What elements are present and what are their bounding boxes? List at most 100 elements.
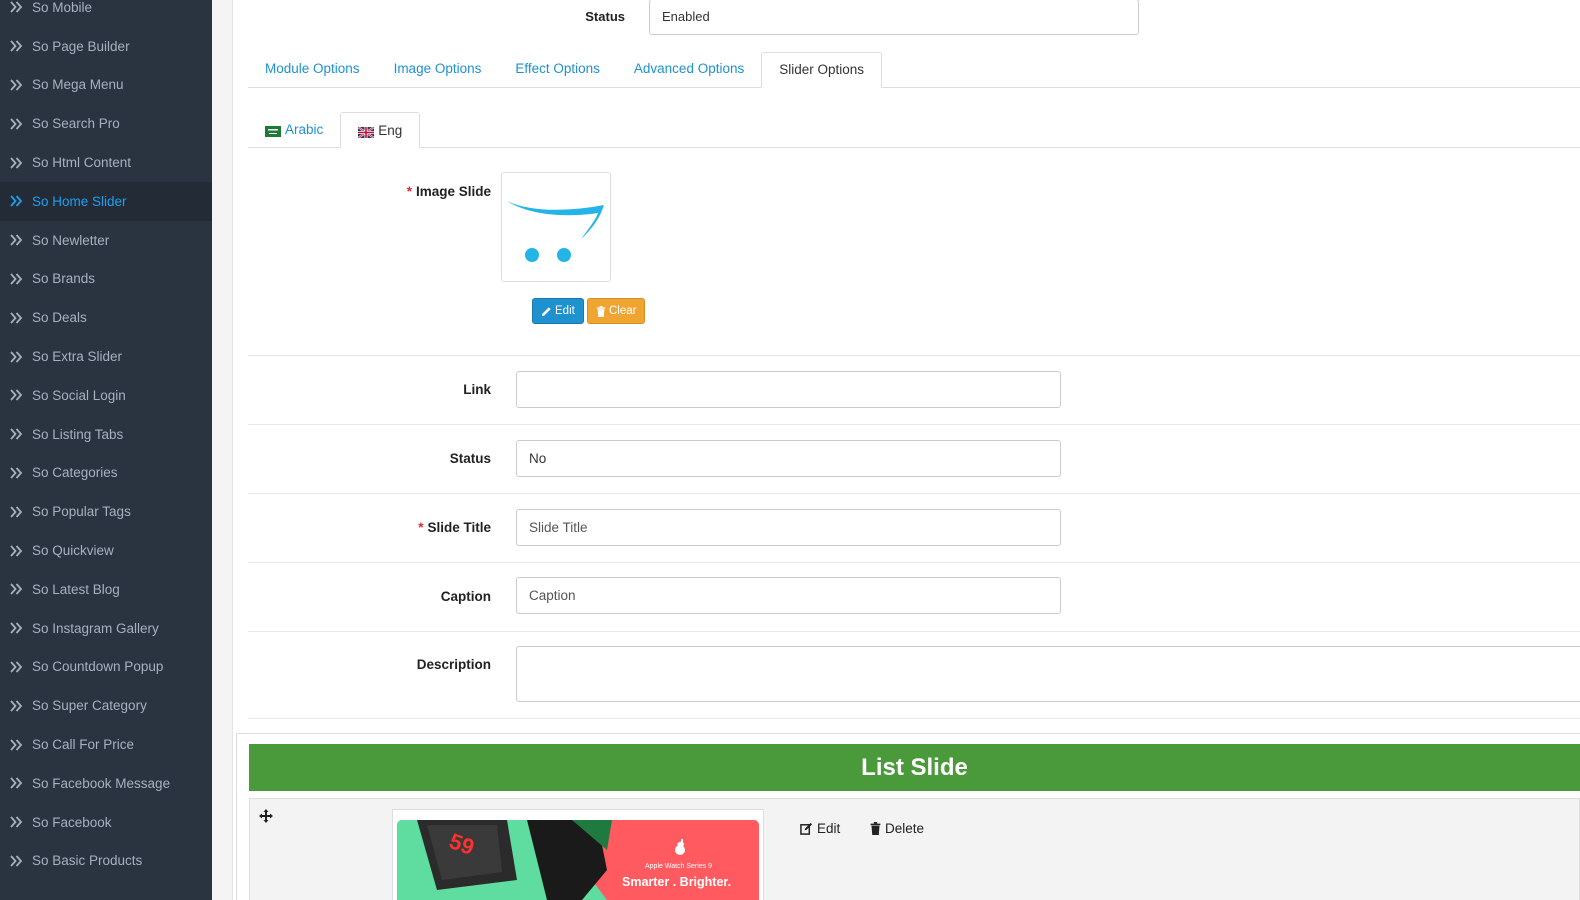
sidebar-item[interactable]: So Mobile — [0, 0, 212, 27]
double-chevron-right-icon — [10, 738, 24, 751]
sidebar-item[interactable]: So Listing Tabs — [0, 415, 212, 454]
link-input[interactable] — [516, 371, 1061, 408]
caption-label: Caption — [440, 589, 491, 604]
double-chevron-right-icon — [10, 816, 24, 828]
double-chevron-right-icon — [10, 622, 24, 634]
list-slide-panel: List Slide 59 Apple Watch Series 9 Smart… — [236, 733, 1580, 900]
slide-edit-button[interactable]: Edit — [800, 821, 840, 836]
edit-icon — [800, 822, 813, 835]
sidebar-item-label: So Listing Tabs — [32, 426, 124, 442]
double-chevron-right-icon — [10, 583, 24, 595]
sidebar-item-label: So Facebook Message — [32, 775, 171, 791]
sidebar-item-label: So Mobile — [32, 0, 93, 15]
description-label: Description — [416, 657, 491, 672]
sidebar-item[interactable]: So Home Slider — [0, 181, 212, 221]
sidebar: So Mobile So Page Builder So Mega Menu So S… — [0, 0, 212, 900]
tab-module-options[interactable]: Module Options — [248, 52, 377, 88]
slide-title-label: * Slide Title — [248, 520, 491, 535]
slide-delete-button[interactable]: Delete — [870, 821, 924, 836]
tab-language-arabic-label: Arabic — [285, 122, 324, 137]
sidebar-item[interactable]: So Quickview — [0, 531, 212, 570]
double-chevron-right-icon — [10, 234, 24, 246]
slide-title-input[interactable]: Slide Title — [516, 509, 1061, 546]
sidebar-item[interactable]: So Super Category — [0, 686, 212, 725]
sidebar-gutter — [212, 0, 233, 900]
image-edit-button[interactable]: Edit — [532, 298, 584, 324]
slide-list-item: 59 Apple Watch Series 9 Smarter . Bright… — [249, 798, 1580, 900]
banner-subtitle: Apple Watch Series 9 — [645, 863, 713, 870]
link-row: Link — [248, 356, 1580, 425]
tab-effect-options[interactable]: Effect Options — [498, 52, 617, 88]
double-chevron-right-icon — [10, 118, 24, 130]
required-marker: * — [418, 520, 424, 535]
tab-language-arabic[interactable]: Arabic — [248, 112, 340, 148]
sidebar-item-label: So Facebook — [32, 814, 112, 830]
sidebar-item-label: So Deals — [32, 310, 87, 326]
move-handle-icon[interactable] — [259, 809, 273, 823]
sidebar-item[interactable]: So Facebook Message — [0, 764, 212, 803]
sidebar-item[interactable]: So Newletter — [0, 221, 212, 260]
slide-status-select[interactable]: No — [516, 440, 1061, 477]
sidebar-item-label: So Instagram Gallery — [32, 620, 159, 636]
sidebar-item[interactable]: So Deals — [0, 298, 212, 337]
image-clear-button[interactable]: Clear — [587, 298, 646, 324]
sidebar-item[interactable]: So Brands — [0, 260, 212, 299]
image-slide-thumbnail[interactable] — [501, 172, 611, 282]
sidebar-item-label: So Home Slider — [32, 193, 127, 209]
module-status-select[interactable]: Enabled — [649, 0, 1139, 35]
sidebar-item[interactable]: So Basic Products — [0, 842, 212, 881]
sidebar-item[interactable]: So Page Builder — [0, 27, 212, 66]
double-chevron-right-icon — [10, 467, 24, 479]
sidebar-item-label: So Page Builder — [32, 38, 130, 54]
tab-language-eng[interactable]: Eng — [340, 112, 421, 148]
double-chevron-right-icon — [10, 312, 24, 324]
uk-flag-icon — [358, 127, 375, 138]
list-slide-header: List Slide — [249, 744, 1580, 791]
image-slide-row: * Image Slide — [248, 148, 1580, 356]
sidebar-item[interactable]: So Facebook — [0, 803, 212, 842]
slide-title-row: * Slide Title Slide Title — [248, 494, 1580, 563]
sidebar-item[interactable]: So Popular Tags — [0, 492, 212, 531]
sidebar-item[interactable]: So Instagram Gallery — [0, 609, 212, 648]
slide-item-thumbnail[interactable]: 59 Apple Watch Series 9 Smarter . Bright… — [392, 809, 764, 900]
sidebar-item[interactable]: So Social Login — [0, 376, 212, 415]
sidebar-item-label: So Extra Slider — [32, 349, 123, 365]
caption-row: Caption Caption — [248, 563, 1580, 632]
sidebar-item-label: So Basic Products — [32, 853, 143, 869]
main-content: Status Enabled Module Options Image Opti… — [233, 0, 1580, 900]
slide-banner-image: 59 Apple Watch Series 9 Smarter . Bright… — [397, 820, 759, 900]
banner-title: Smarter . Brighter. — [622, 875, 732, 889]
sidebar-item[interactable]: So Search Pro — [0, 104, 212, 143]
sidebar-item-label: So Brands — [32, 271, 96, 287]
opencart-logo-icon — [507, 201, 604, 262]
double-chevron-right-icon — [10, 79, 24, 91]
tab-image-options[interactable]: Image Options — [377, 52, 499, 88]
double-chevron-right-icon — [10, 1, 24, 13]
trash-icon — [870, 822, 881, 835]
required-marker: * — [406, 184, 412, 199]
sidebar-item-label: So Super Category — [32, 698, 147, 714]
sidebar-item-label: So Categories — [32, 465, 118, 481]
sidebar-item[interactable]: So Html Content — [0, 143, 212, 182]
description-textarea[interactable] — [516, 646, 1580, 702]
double-chevron-right-icon — [10, 700, 24, 712]
double-chevron-right-icon — [10, 389, 24, 401]
sidebar-item-label: So Mega Menu — [32, 77, 124, 93]
sidebar-item[interactable]: So Call For Price — [0, 725, 212, 764]
caption-input[interactable]: Caption — [516, 577, 1061, 614]
tab-advanced-options[interactable]: Advanced Options — [617, 52, 761, 88]
image-slide-label: * Image Slide — [248, 184, 491, 199]
sidebar-item[interactable]: So Extra Slider — [0, 337, 212, 376]
options-tabs: Module Options Image Options Effect Opti… — [248, 52, 1580, 88]
sidebar-item[interactable]: So Latest Blog — [0, 570, 212, 609]
sidebar-item-label: So Call For Price — [32, 737, 135, 753]
saudi-flag-icon — [265, 126, 281, 137]
slide-status-label: Status — [449, 451, 491, 466]
sidebar-item-label: So Html Content — [32, 155, 132, 171]
double-chevron-right-icon — [10, 273, 24, 285]
sidebar-item[interactable]: So Mega Menu — [0, 66, 212, 105]
sidebar-item[interactable]: So Categories — [0, 454, 212, 493]
sidebar-item[interactable]: So Countdown Popup — [0, 648, 212, 687]
tab-slider-options[interactable]: Slider Options — [761, 52, 883, 88]
double-chevron-right-icon — [10, 777, 24, 789]
